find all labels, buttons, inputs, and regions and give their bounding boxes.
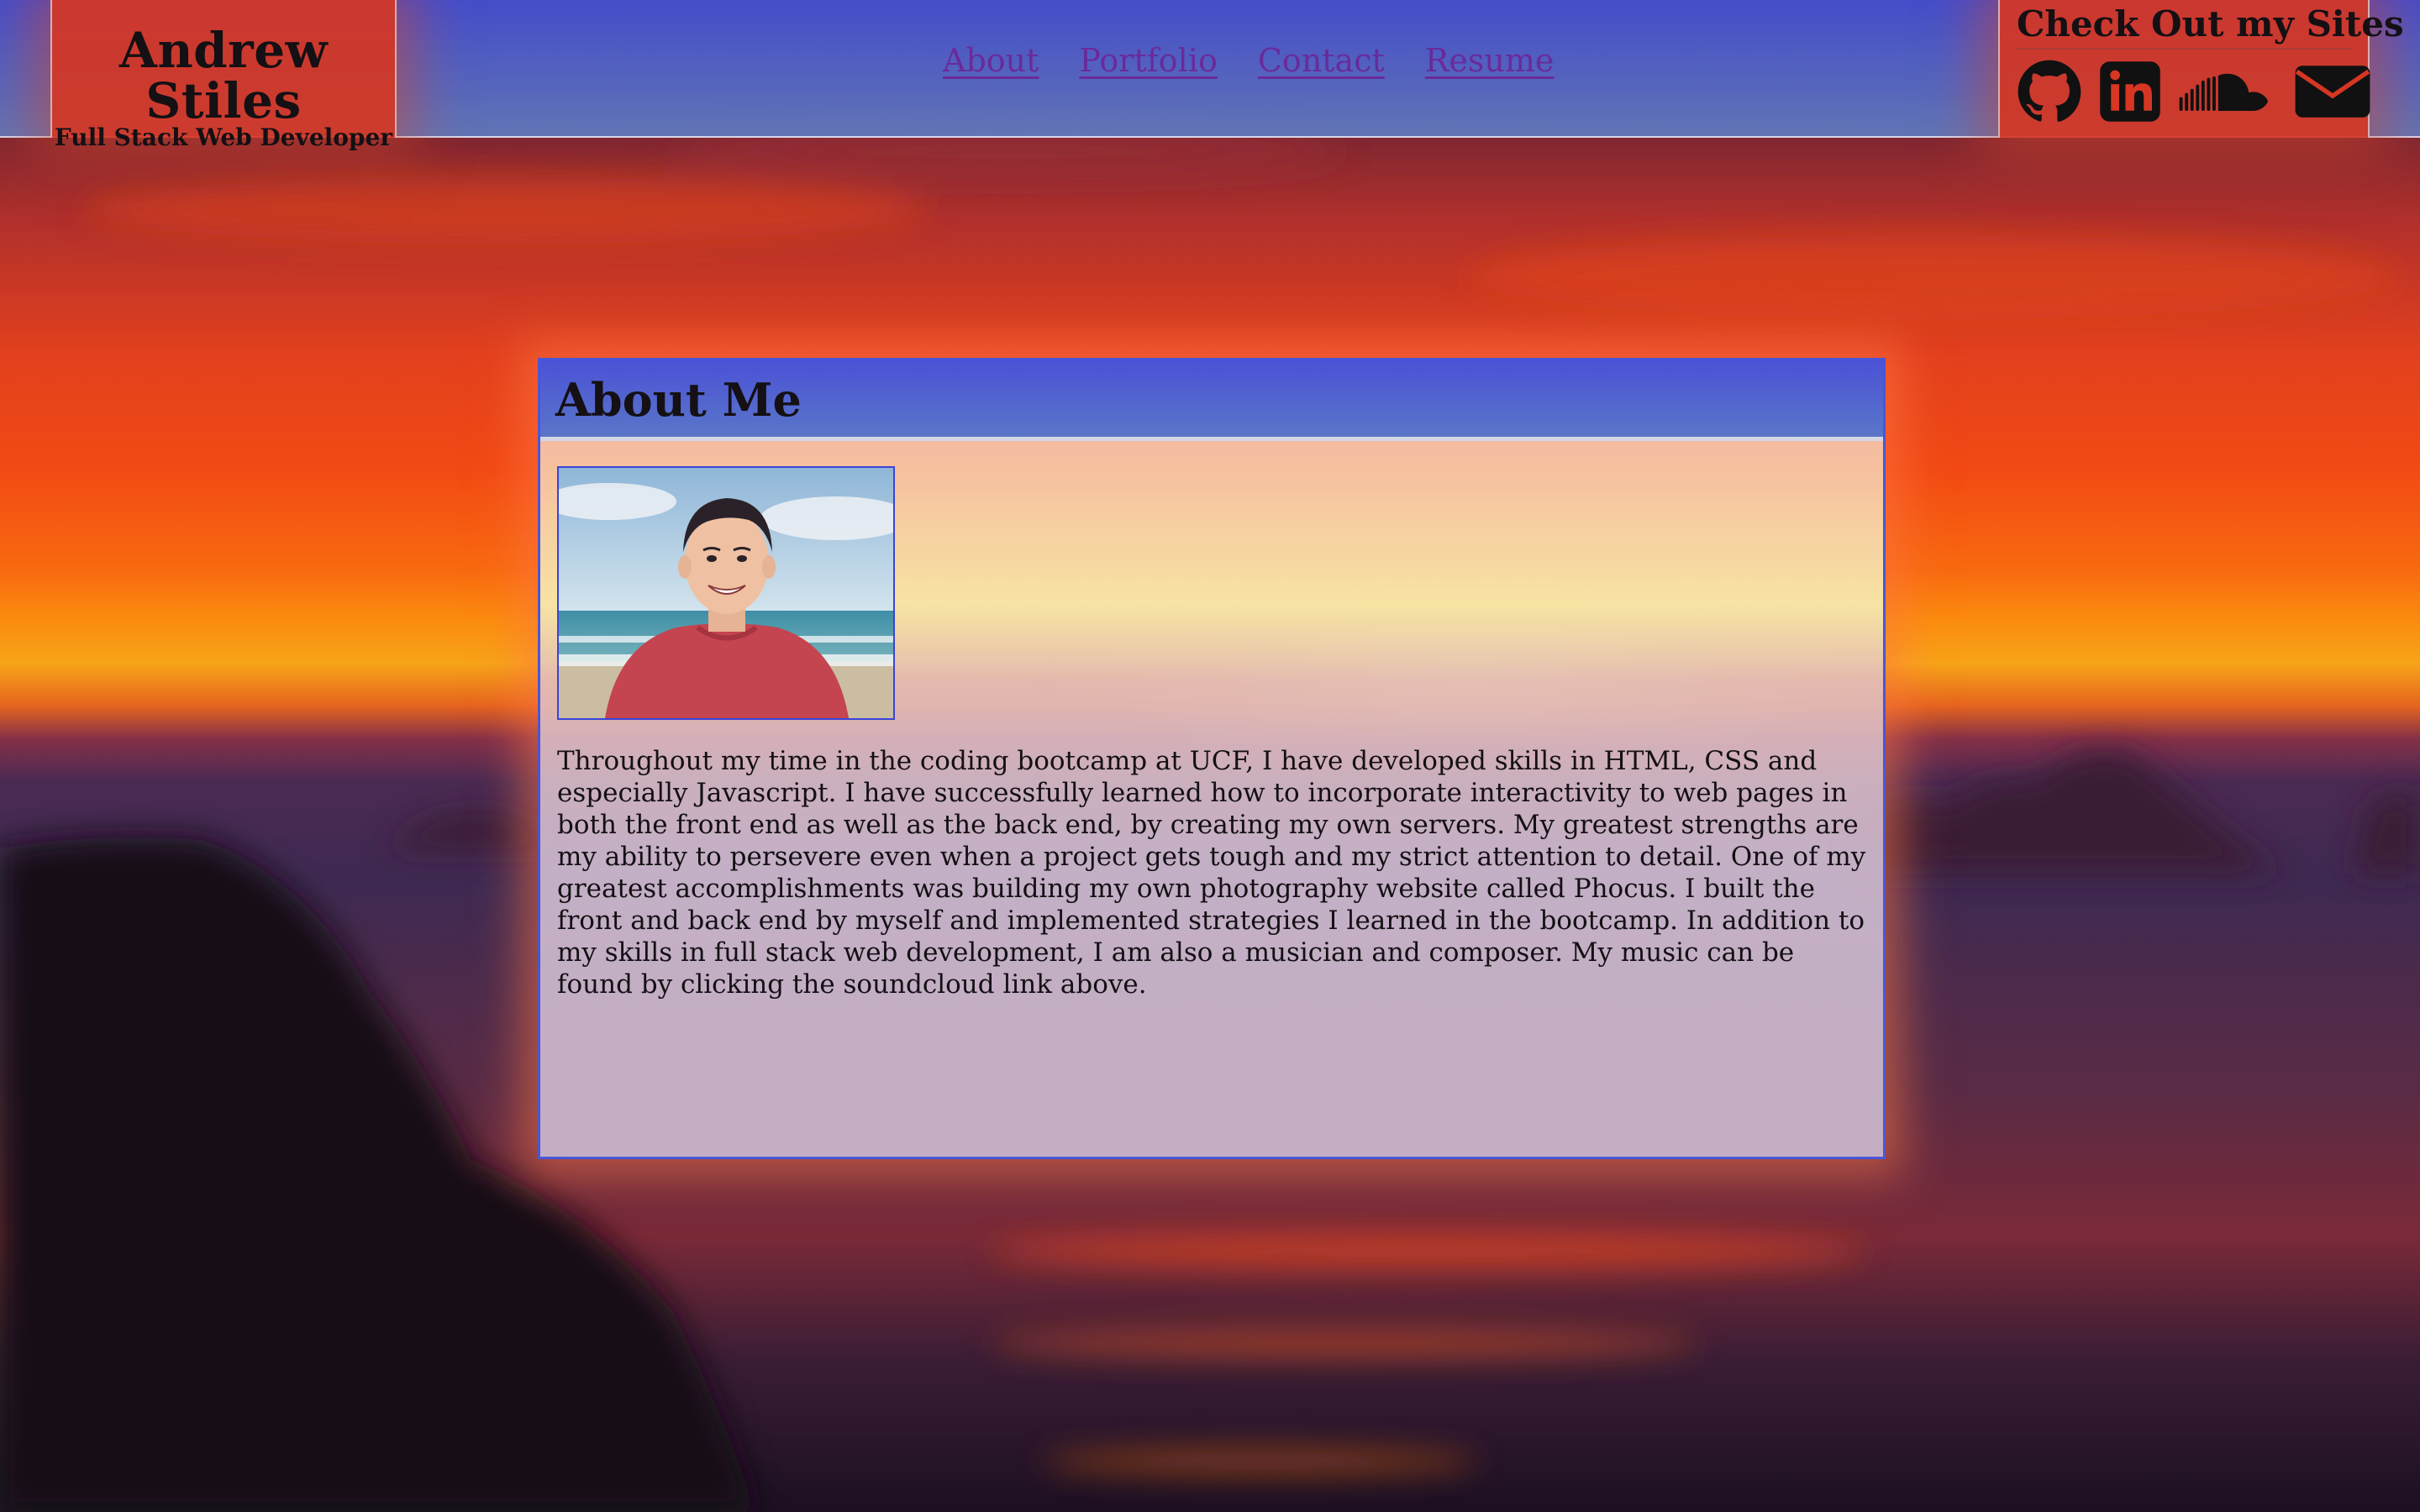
site-icon-row: [2017, 57, 2373, 126]
about-bio: Throughout my time in the coding bootcam…: [557, 746, 1866, 1000]
brand-tagline: Full Stack Web Developer: [54, 123, 393, 151]
sites-title: Check Out my Sites: [2017, 3, 2404, 50]
brand-name: Andrew Stiles: [118, 22, 329, 129]
envelope-icon[interactable]: [2292, 57, 2373, 126]
nav-link-resume[interactable]: Resume: [1425, 42, 1555, 92]
about-card: About Me Throughout my time in the codin…: [538, 358, 1886, 1159]
about-title: About Me: [555, 373, 802, 427]
main-nav: About Portfolio Contact Resume: [943, 42, 1554, 92]
soundcloud-icon[interactable]: [2178, 57, 2277, 126]
profile-photo: [557, 466, 895, 720]
about-card-header: About Me: [540, 360, 1883, 441]
nav-link-portfolio[interactable]: Portfolio: [1079, 42, 1217, 92]
nav-link-contact[interactable]: Contact: [1258, 42, 1385, 92]
sites-block: Check Out my Sites: [1998, 0, 2404, 138]
nav-link-about[interactable]: About: [943, 42, 1039, 92]
brand-block: Andrew Stiles Full Stack Web Developer: [50, 0, 397, 150]
profile-photo-illustration: [559, 468, 893, 718]
github-icon[interactable]: [2017, 57, 2082, 126]
site-header: Andrew Stiles Full Stack Web Developer A…: [0, 0, 2420, 150]
linkedin-icon[interactable]: [2097, 57, 2163, 126]
